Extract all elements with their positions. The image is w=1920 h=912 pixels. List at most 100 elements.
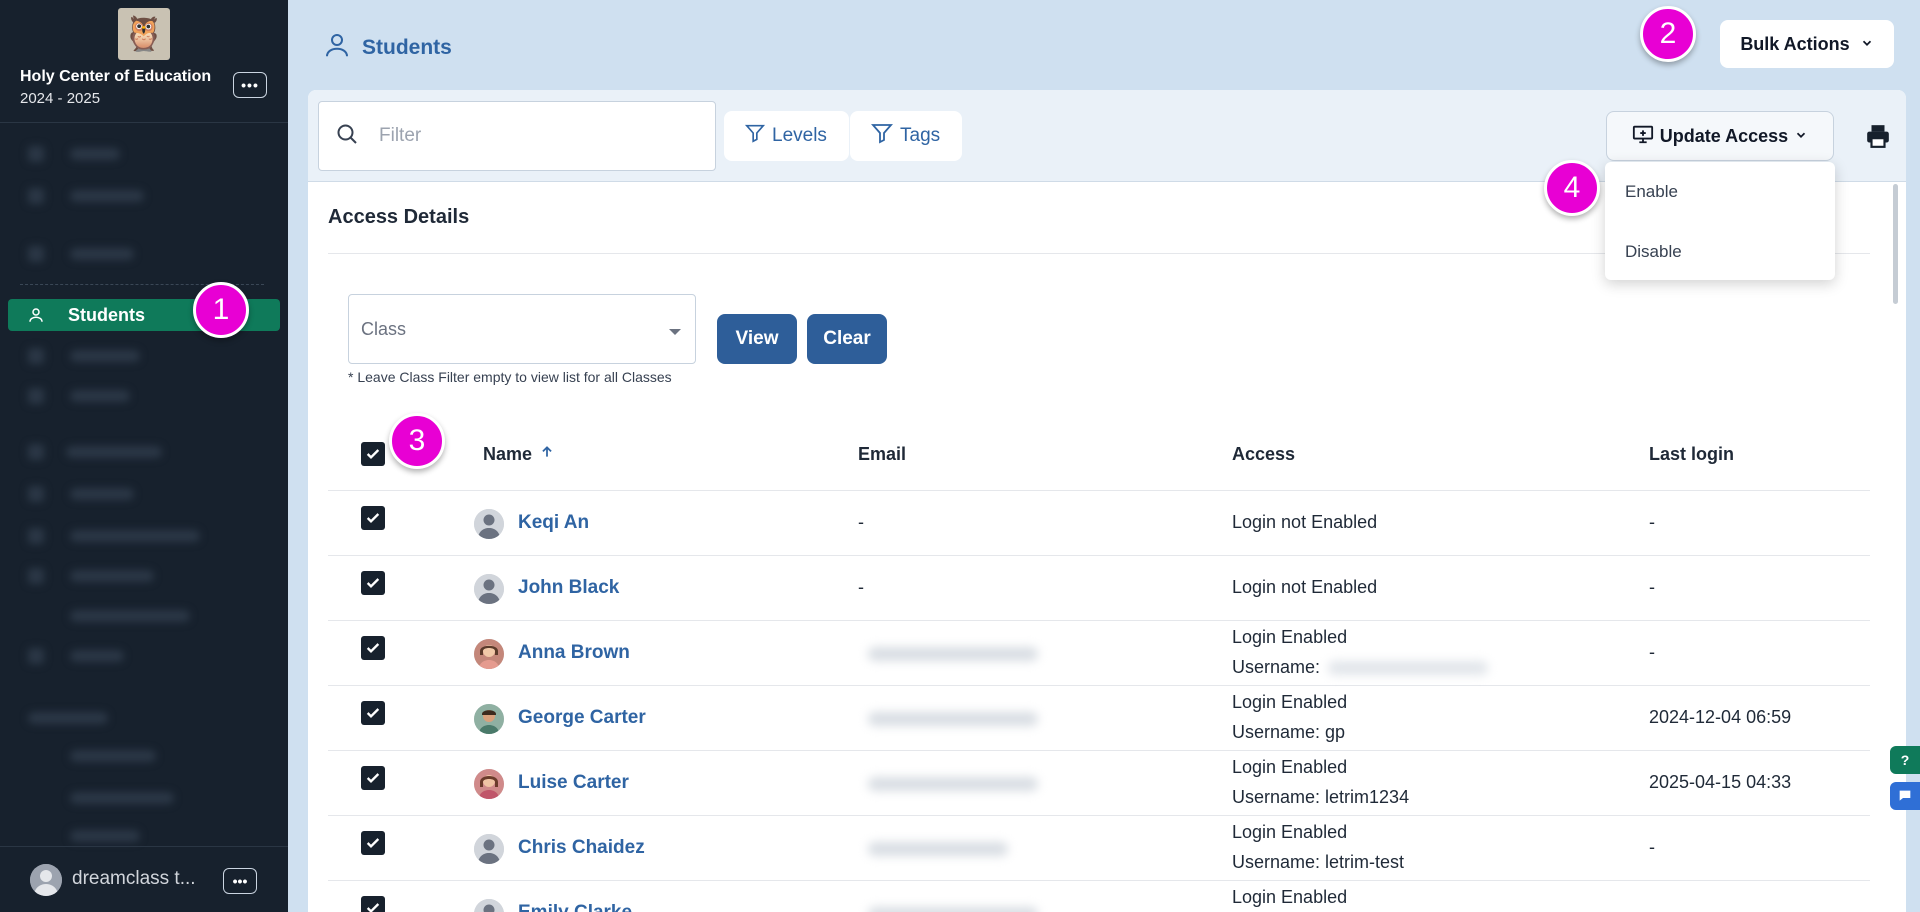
blurred-nav-icon (28, 246, 44, 262)
update-access-menu: Enable Disable (1605, 162, 1835, 280)
user-icon (26, 305, 46, 325)
arrow-up-icon (540, 444, 554, 465)
table-row[interactable]: Emily Clarke Login Enabled (328, 881, 1870, 912)
class-select[interactable]: Class (348, 294, 696, 364)
sidebar-divider (0, 122, 288, 123)
blurred-nav-item[interactable] (70, 750, 156, 762)
clear-button[interactable]: Clear (807, 314, 887, 364)
check-icon (366, 513, 380, 523)
scrollbar[interactable] (1893, 184, 1898, 304)
user-more-button[interactable]: ••• (223, 868, 257, 894)
username-cell: Username: gp (1232, 722, 1346, 742)
avatar (474, 834, 504, 864)
blurred-nav-item[interactable] (70, 830, 140, 842)
class-filter-hint: * Leave Class Filter empty to view list … (348, 369, 672, 385)
email-cell-redacted (858, 755, 1108, 811)
blurred-nav-icon (28, 444, 44, 460)
blurred-nav-item[interactable] (70, 650, 124, 662)
access-cell: Login not Enabled (1232, 512, 1378, 532)
chat-widget[interactable] (1890, 782, 1920, 810)
avatar[interactable] (30, 864, 62, 896)
blurred-nav-item[interactable] (70, 530, 200, 542)
school-more-button[interactable]: ••• (233, 72, 267, 98)
student-name-link[interactable]: Emily Clarke (518, 902, 632, 912)
email-cell: - (858, 512, 864, 532)
levels-button[interactable]: Levels (724, 111, 849, 161)
student-name-link[interactable]: Luise Carter (518, 772, 629, 794)
student-name-link[interactable]: Anna Brown (518, 642, 630, 664)
avatar (474, 704, 504, 734)
chevron-down-icon (1860, 34, 1874, 55)
view-button[interactable]: View (717, 314, 797, 364)
blurred-nav-item[interactable] (70, 488, 134, 500)
table-row[interactable]: John Black - Login not Enabled - (328, 556, 1870, 621)
table-row[interactable]: Chris Chaidez Login Enabled Username: le… (328, 816, 1870, 881)
step-marker-1: 1 (193, 282, 249, 338)
check-icon (366, 903, 380, 912)
column-header-email[interactable]: Email (858, 444, 906, 465)
table-row[interactable]: Keqi An - Login not Enabled - (328, 491, 1870, 556)
email-cell-redacted (858, 885, 1108, 912)
help-widget[interactable]: ? (1890, 746, 1920, 774)
blurred-nav-icon (28, 486, 44, 502)
row-checkbox[interactable] (361, 636, 385, 660)
blurred-nav-item[interactable] (70, 350, 140, 362)
blurred-nav-item[interactable] (70, 792, 174, 804)
filter-input[interactable] (379, 125, 679, 147)
row-checkbox[interactable] (361, 571, 385, 595)
chat-icon (1899, 790, 1911, 801)
column-header-last-login[interactable]: Last login (1649, 444, 1734, 465)
school-year: 2024 - 2025 (20, 90, 101, 107)
blurred-nav-heading (28, 712, 108, 724)
blurred-nav-item[interactable] (70, 148, 120, 160)
avatar (474, 574, 504, 604)
blurred-nav-icon (28, 188, 44, 204)
student-name-link[interactable]: George Carter (518, 707, 646, 729)
table-row[interactable]: Anna Brown Login Enabled Username: - (328, 621, 1870, 686)
student-name-link[interactable]: Keqi An (518, 512, 589, 534)
update-access-button[interactable]: Update Access (1606, 111, 1834, 161)
check-icon (366, 708, 380, 718)
access-details-title: Access Details (328, 206, 470, 228)
column-header-access[interactable]: Access (1232, 444, 1295, 465)
last-login-cell: - (1649, 512, 1655, 532)
update-access-label: Update Access (1659, 125, 1789, 146)
menu-item-enable[interactable]: Enable (1625, 182, 1678, 202)
sidebar: 🦉 Holy Center of Education 2024 - 2025 •… (0, 0, 288, 912)
sidebar-bottom-divider (0, 846, 288, 847)
levels-label: Levels (772, 125, 827, 146)
column-header-name[interactable]: Name (483, 444, 554, 465)
table-row[interactable]: George Carter Login Enabled Username: gp… (328, 686, 1870, 751)
row-checkbox[interactable] (361, 701, 385, 725)
row-checkbox[interactable] (361, 831, 385, 855)
last-login-cell: - (1649, 837, 1655, 857)
blurred-nav-item[interactable] (66, 446, 162, 458)
student-name-link[interactable]: John Black (518, 577, 619, 599)
avatar (474, 899, 504, 912)
tags-button[interactable]: Tags (850, 111, 963, 161)
bulk-actions-button[interactable]: Bulk Actions (1720, 20, 1894, 68)
blurred-nav-icon (28, 528, 44, 544)
menu-item-disable[interactable]: Disable (1625, 242, 1682, 262)
page-header: Students (322, 30, 452, 65)
blurred-nav-item[interactable] (70, 610, 190, 622)
row-checkbox[interactable] (361, 506, 385, 530)
row-checkbox[interactable] (361, 896, 385, 912)
access-cell: Login Enabled (1232, 627, 1348, 647)
last-login-cell: 2024-12-04 06:59 (1649, 707, 1792, 727)
blurred-nav-item[interactable] (70, 190, 144, 202)
select-all-checkbox[interactable] (361, 442, 385, 466)
blurred-nav-item[interactable] (70, 570, 154, 582)
print-icon[interactable] (1864, 123, 1892, 154)
school-logo: 🦉 (118, 8, 170, 60)
blurred-nav-item[interactable] (70, 248, 134, 260)
table-row[interactable]: Luise Carter Login Enabled Username: let… (328, 751, 1870, 816)
table-header: Name Email Access Last login (328, 416, 1870, 491)
blurred-nav-icon (28, 568, 44, 584)
blurred-nav-item[interactable] (70, 390, 130, 402)
row-checkbox[interactable] (361, 766, 385, 790)
filter-field[interactable] (318, 101, 716, 171)
student-name-link[interactable]: Chris Chaidez (518, 837, 645, 859)
user-name[interactable]: dreamclass t... (72, 868, 196, 890)
username-cell: Username: letrim1234 (1232, 787, 1410, 807)
